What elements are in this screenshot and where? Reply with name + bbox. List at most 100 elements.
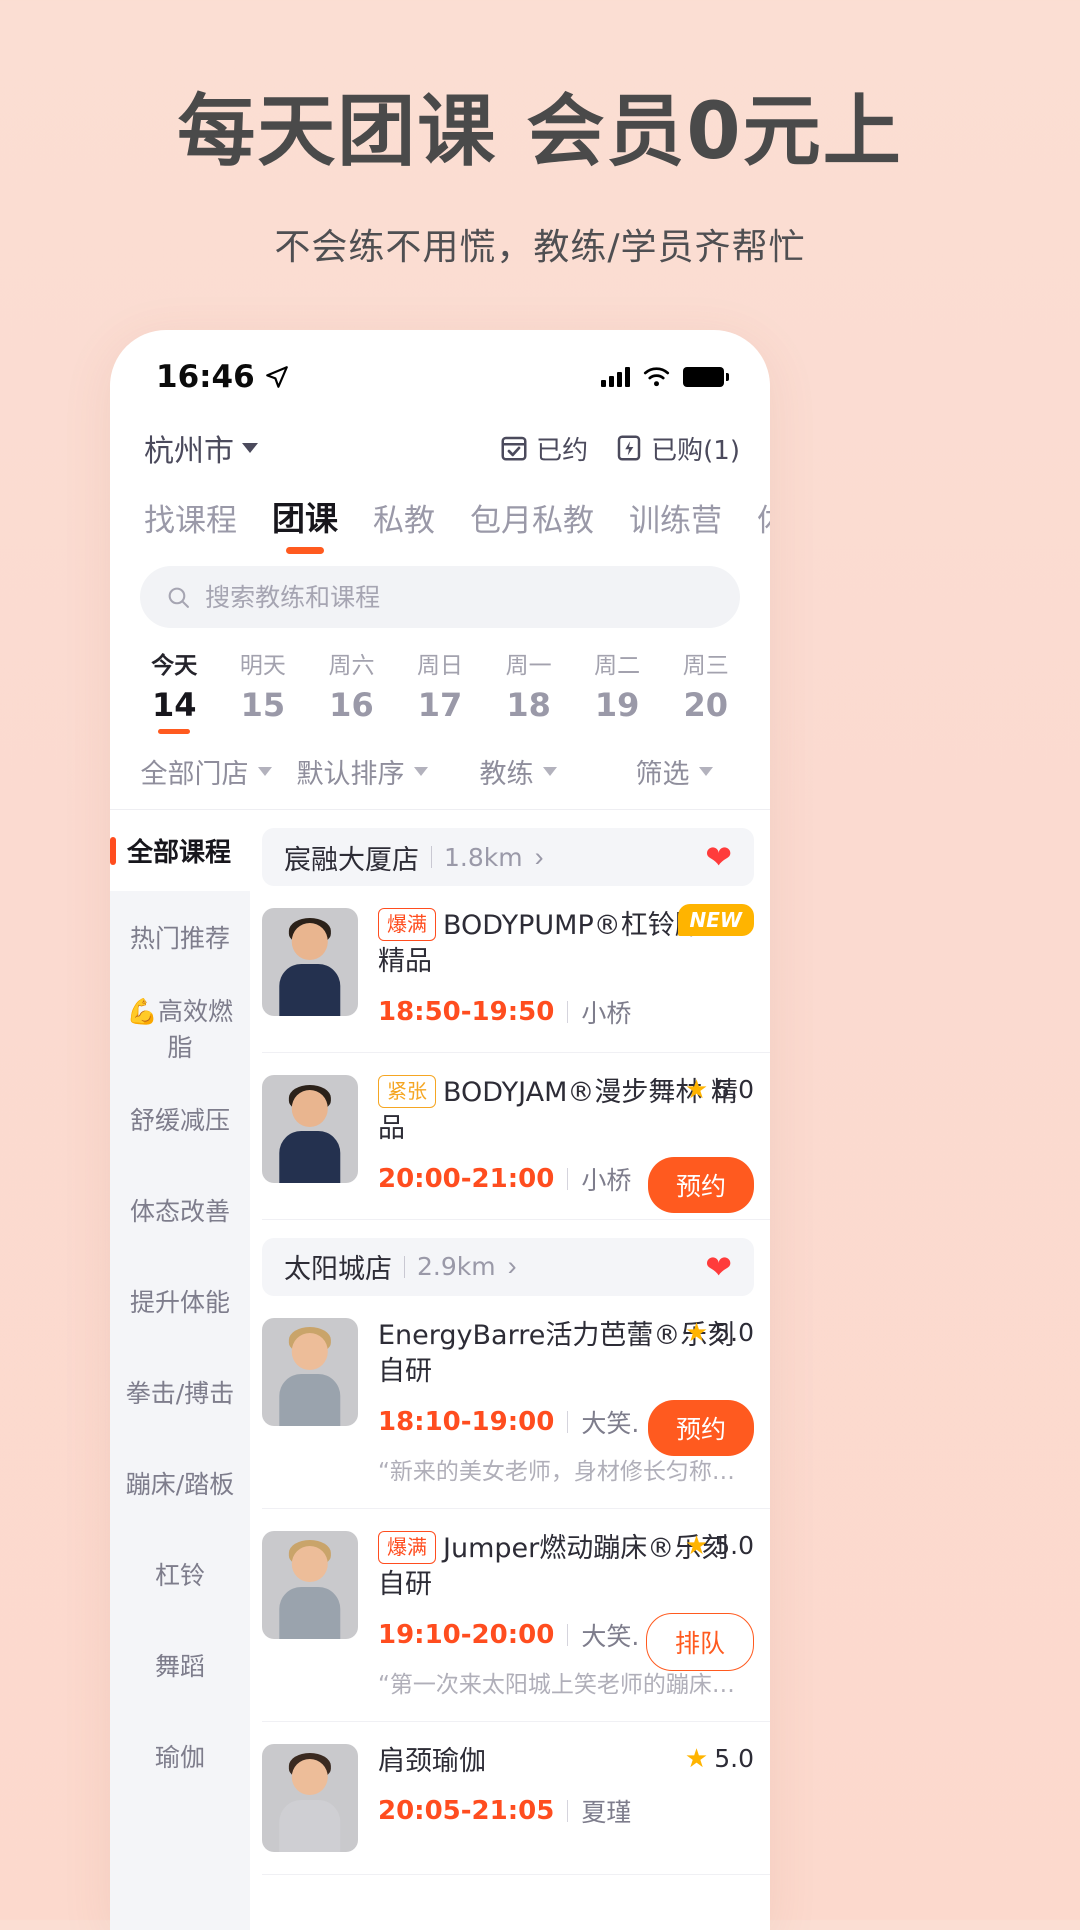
sidebar-item-barbell[interactable]: 杠铃 — [110, 1528, 250, 1619]
store-distance: 1.8km — [444, 842, 523, 872]
date-number: 18 — [506, 686, 551, 724]
course-right: ★ 5.0 排队 — [645, 1531, 754, 1671]
store-header[interactable]: 宸融大厦店 1.8km › ❤ — [262, 828, 754, 886]
date-number: 16 — [329, 686, 374, 724]
status-badge: 爆满 — [378, 908, 436, 941]
filter-all-stores[interactable]: 全部门店 — [128, 752, 284, 791]
chevron-right-icon: › — [507, 1251, 517, 1282]
sidebar-item-fatburn[interactable]: 💪高效燃脂 — [110, 982, 250, 1073]
rating: ★ 5.0 — [648, 1318, 754, 1348]
rating: ★ 5.0 — [685, 1744, 754, 1774]
promo-subtitle: 不会练不用慌，教练/学员齐帮忙 — [274, 226, 806, 268]
date-item-wed[interactable]: 周三 20 — [661, 646, 750, 724]
chevron-right-icon: › — [534, 841, 544, 872]
course-time: 19:10-20:00 — [378, 1619, 555, 1650]
course-review: “新来的美女老师，身材修长匀称，教… — [378, 1458, 754, 1485]
avatar-body — [279, 1799, 341, 1852]
tab-monthly-pt[interactable]: 包月私教 — [470, 495, 594, 556]
app-header: 杭州市 已约 已购(1) — [110, 406, 770, 476]
date-number: 17 — [417, 686, 463, 724]
book-button[interactable]: 预约 — [647, 1399, 754, 1456]
purchased-button[interactable]: 已购(1) — [614, 430, 740, 467]
course-card[interactable]: 爆满 BODYPUMP®杠铃雕塑 精品 18:50-19:50 小桥 NEW — [262, 886, 770, 1053]
coach-avatar — [262, 1743, 358, 1852]
course-card[interactable]: EnergyBarre活力芭蕾®乐刻自研 18:10-19:00 大笑. “新来… — [262, 1296, 770, 1509]
star-icon: ★ — [684, 1743, 709, 1774]
calendar-check-icon — [501, 436, 527, 461]
chevron-down-icon — [698, 767, 713, 776]
tab-bootcamp[interactable]: 训练营 — [629, 495, 722, 556]
date-label: 周六 — [328, 653, 375, 679]
filter-sort[interactable]: 默认排序 — [284, 752, 440, 791]
date-item-mon[interactable]: 周一 18 — [484, 646, 573, 724]
tab-group-class[interactable]: 团课 — [272, 492, 338, 556]
rating-value: 5.0 — [714, 1318, 754, 1348]
avatar-body — [279, 1373, 341, 1426]
store-header[interactable]: 太阳城店 2.9km › ❤ — [262, 1237, 754, 1296]
city-label: 杭州市 — [144, 434, 234, 469]
sidebar-item-relax[interactable]: 舒缓减压 — [110, 1073, 250, 1164]
chevron-down-icon — [242, 443, 258, 453]
divider — [431, 846, 432, 868]
sidebar-item-stamina[interactable]: 提升体能 — [110, 1255, 250, 1346]
rating: ★ 5.0 — [646, 1531, 754, 1561]
sidebar-title: 全部课程 — [127, 838, 232, 868]
sidebar-item-hot[interactable]: 热门推荐 — [110, 891, 250, 982]
new-badge: NEW — [677, 904, 754, 936]
rating-value: 5.0 — [714, 1744, 754, 1773]
course-time: 20:05-21:05 — [378, 1795, 555, 1826]
date-label: 周日 — [417, 653, 464, 679]
card-lightning-icon — [617, 435, 641, 461]
course-right: ★ 5.0 预约 — [647, 1075, 754, 1213]
battery-full-icon — [683, 367, 729, 387]
heart-filled-icon[interactable]: ❤ — [705, 1248, 732, 1286]
sidebar-item-yoga[interactable]: 瑜伽 — [110, 1710, 250, 1801]
queue-button[interactable]: 排队 — [645, 1612, 754, 1671]
date-item-sat[interactable]: 周六 16 — [307, 646, 396, 724]
signal-bars-icon — [601, 367, 630, 387]
booked-button[interactable]: 已约 — [499, 430, 588, 467]
category-tabs: 找课程 团课 私教 包月私教 训练营 体能训练 — [110, 476, 770, 556]
date-label: 周二 — [594, 653, 641, 679]
search-bar[interactable] — [140, 566, 740, 628]
coach-avatar — [262, 908, 358, 1016]
store-distance: 2.9km — [417, 1252, 496, 1282]
tab-find-course[interactable]: 找课程 — [144, 495, 237, 556]
book-button[interactable]: 预约 — [647, 1156, 754, 1213]
sidebar-item-posture[interactable]: 体态改善 — [110, 1164, 250, 1255]
course-card[interactable]: 爆满 Jumper燃动蹦床®乐刻自研 19:10-20:00 大笑. “第一次来太… — [262, 1509, 770, 1722]
course-card[interactable]: 肩颈瑜伽 20:05-21:05 夏瑾 ★ 5.0 — [262, 1722, 770, 1875]
status-badge: 紧张 — [378, 1074, 436, 1108]
search-input[interactable] — [205, 582, 714, 612]
course-right: NEW — [677, 904, 754, 936]
course-card[interactable]: 紧张 BODYJAM®漫步舞林 精品 20:00-21:00 小桥 ★ 5.0 预… — [262, 1053, 770, 1220]
heart-filled-icon[interactable]: ❤ — [705, 838, 732, 876]
date-item-sun[interactable]: 周日 17 — [396, 646, 485, 724]
date-number: 19 — [594, 686, 640, 724]
avatar-body — [279, 964, 341, 1016]
course-list: 宸融大厦店 1.8km › ❤ 爆满 BODYPUMP®杠铃雕塑 精品 18:5… — [250, 810, 770, 1930]
avatar-body — [279, 1131, 341, 1183]
sidebar-item-boxing[interactable]: 拳击/搏击 — [110, 1346, 250, 1437]
date-item-tue[interactable]: 周二 19 — [573, 646, 662, 724]
sidebar-item-dance[interactable]: 舞蹈 — [110, 1619, 250, 1710]
date-item-today[interactable]: 今天 14 — [130, 646, 219, 724]
avatar — [262, 1531, 358, 1639]
tab-fitness-training[interactable]: 体能训练 — [757, 495, 770, 556]
wifi-icon — [643, 366, 670, 386]
tab-personal-training[interactable]: 私教 — [373, 495, 435, 556]
course-title: 肩颈瑜伽 — [378, 1745, 486, 1777]
course-time: 18:10-19:00 — [378, 1406, 555, 1437]
course-coach: 大笑. — [581, 1621, 640, 1651]
filter-more[interactable]: 筛选 — [596, 752, 752, 791]
sidebar-title-row: 全部课程 — [110, 810, 250, 891]
divider — [567, 1000, 569, 1023]
city-selector[interactable]: 杭州市 — [144, 426, 258, 470]
phone-mockup: 16:46 杭州市 已约 已购(1) 找课程 团课 私教 包月私教 训练营 搜索… — [110, 330, 770, 1930]
sidebar-item-trampoline[interactable]: 蹦床/踏板 — [110, 1437, 250, 1528]
store-name: 宸融大厦店 — [284, 844, 419, 876]
coach-avatar — [262, 1074, 358, 1183]
date-item-tomorrow[interactable]: 明天 15 — [219, 646, 308, 724]
filter-coach[interactable]: 教练 — [440, 752, 596, 791]
rating-value: 5.0 — [714, 1075, 754, 1105]
